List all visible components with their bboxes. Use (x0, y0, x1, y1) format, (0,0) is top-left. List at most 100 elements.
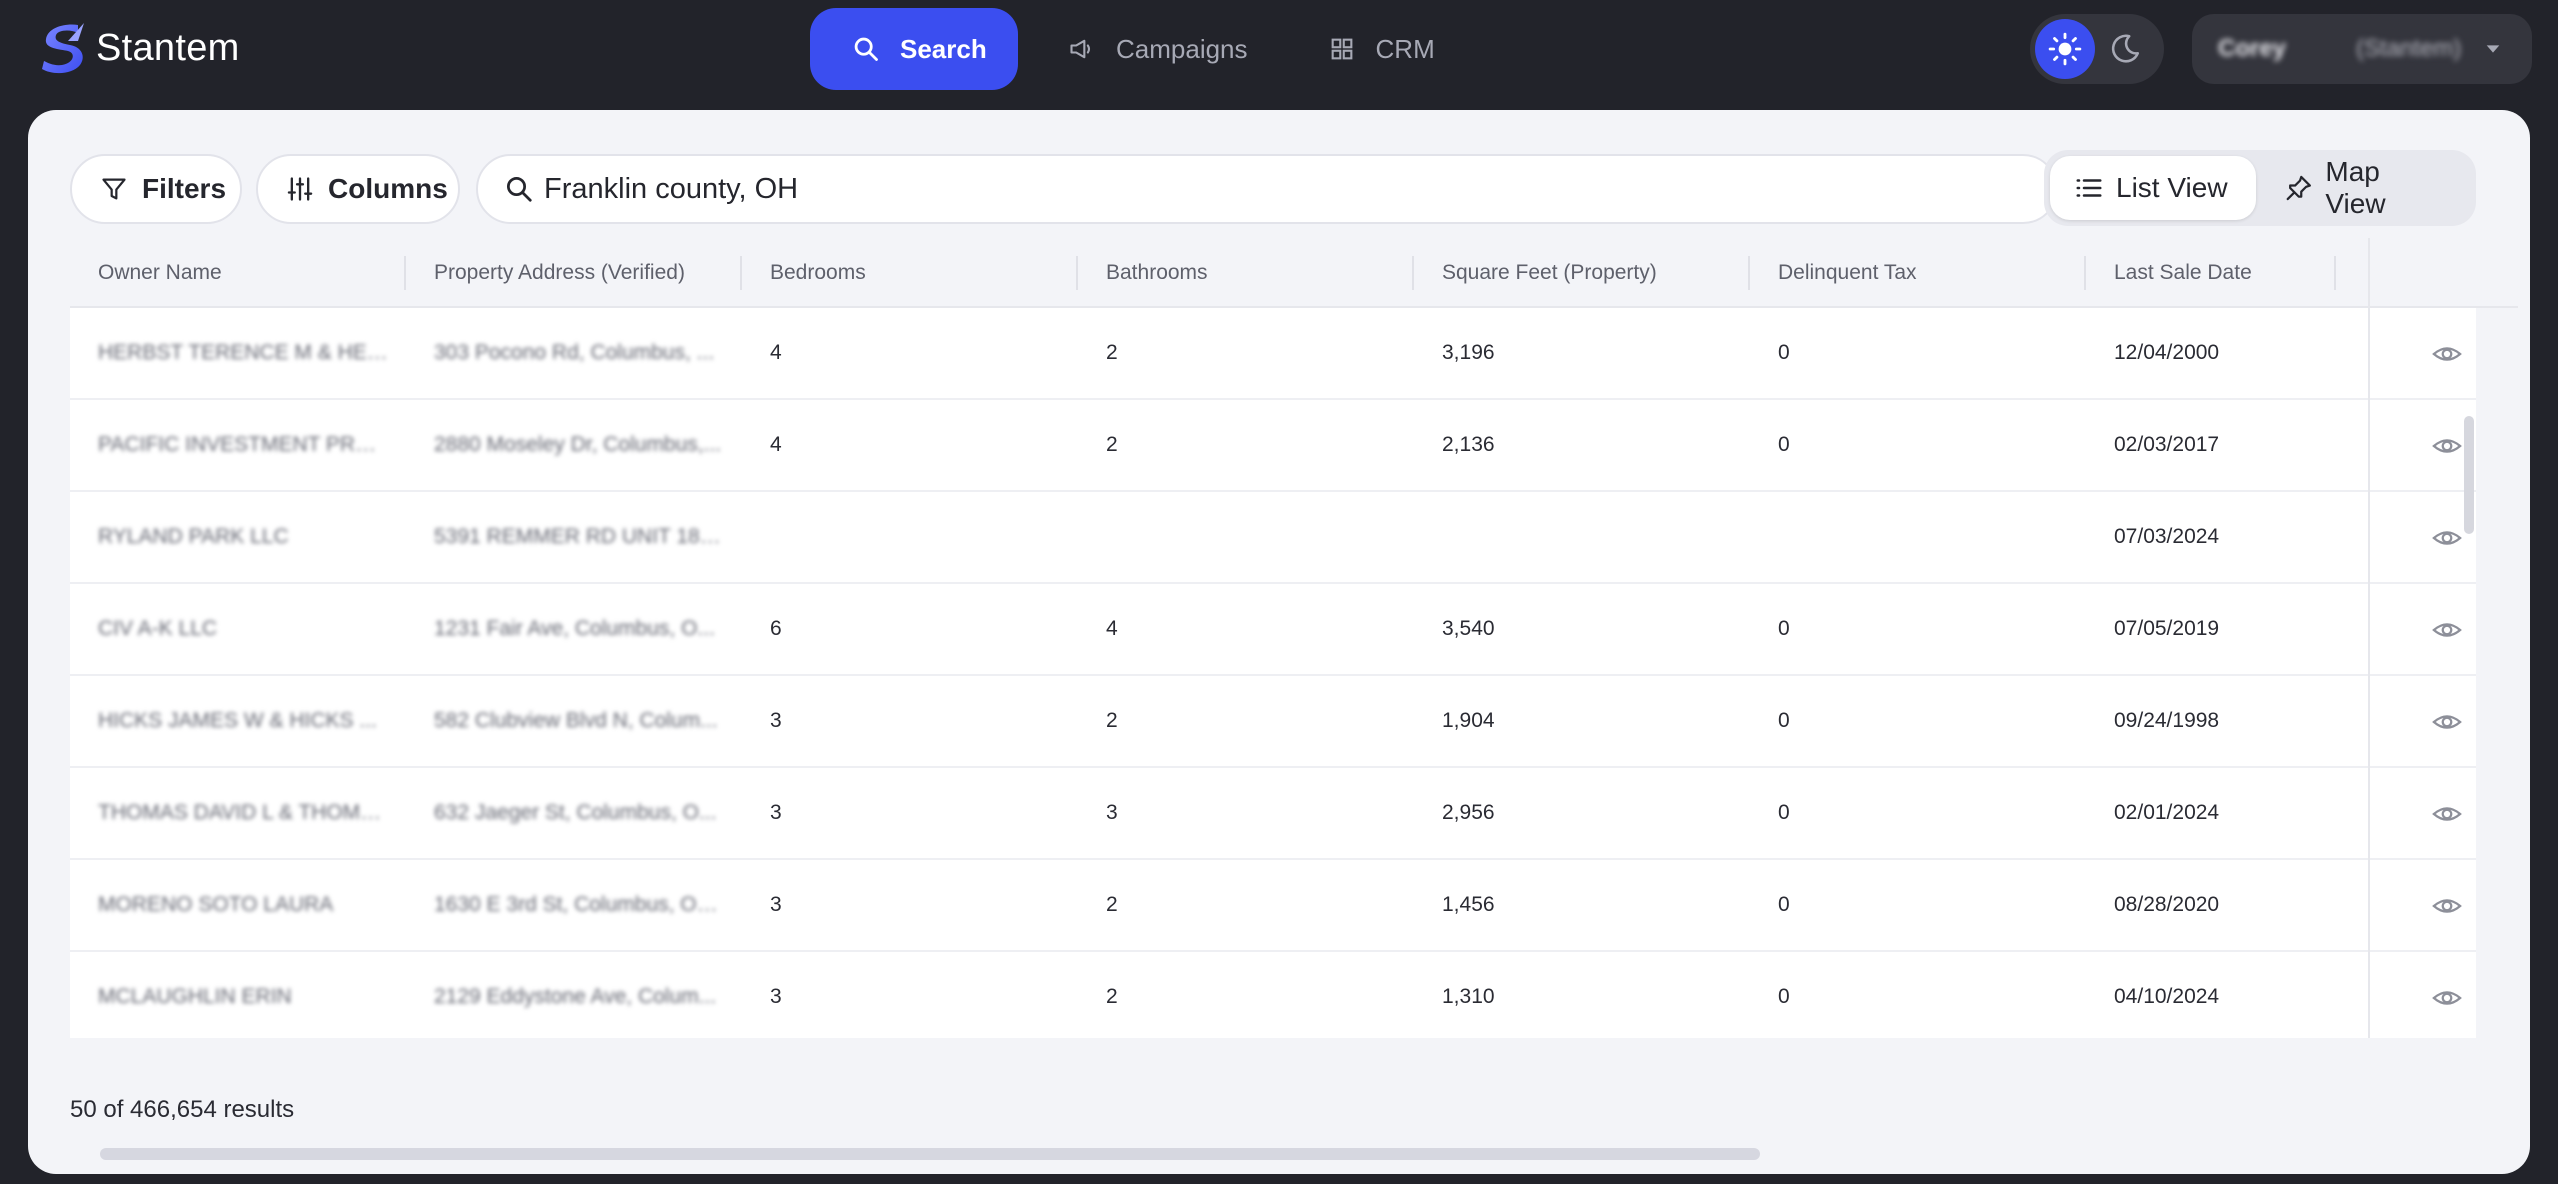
last-sale-date-cell-text: 08/28/2020 (2114, 893, 2220, 916)
bathrooms-cell-text: 2 (1106, 985, 1118, 1008)
column-header-property-address[interactable]: Property Address (Verified) (406, 238, 742, 308)
nav-search[interactable]: Search (810, 8, 1018, 90)
last-sale-date-cell: 12/04/2000 (2086, 308, 2336, 399)
list-view-button[interactable]: List View (2050, 156, 2256, 220)
bathrooms-cell: 2 (1078, 399, 1414, 491)
view-details-eye-icon[interactable] (2432, 615, 2462, 645)
bathrooms-cell: 2 (1078, 675, 1414, 767)
delinquent-tax-cell (1750, 491, 2086, 583)
view-switch: List View Map View (2044, 150, 2476, 226)
dark-mode-button[interactable] (2095, 19, 2155, 79)
owner-name-cell: THOMAS DAVID L & THOMP... (70, 767, 406, 859)
table-row[interactable]: MCLAUGHLIN ERIN 2129 Eddystone Ave, Colum… (70, 952, 2476, 1038)
column-header-square-feet[interactable]: Square Feet (Property) (1414, 238, 1750, 308)
owner-name-cell-text: THOMAS DAVID L & THOMP... (98, 801, 388, 824)
location-search[interactable] (476, 154, 2058, 224)
last-sale-date-cell: 08/28/2020 (2086, 859, 2336, 951)
bathrooms-cell: 2 (1078, 859, 1414, 951)
nav-search-label: Search (900, 33, 987, 64)
delinquent-tax-cell-text: 0 (1778, 985, 1790, 1008)
sun-icon (2048, 32, 2082, 66)
table-row[interactable]: RYLAND PARK LLC 5391 REMMER RD UNIT 185..… (70, 492, 2476, 584)
delinquent-tax-cell: 0 (1750, 399, 2086, 491)
last-sale-date-cell-text: 09/24/1998 (2114, 709, 2220, 732)
columns-button[interactable]: Columns (256, 154, 460, 224)
delinquent-tax-cell: 0 (1750, 675, 2086, 767)
square-feet-cell: 3,196 (1414, 308, 1750, 399)
horizontal-scrollbar[interactable] (100, 1148, 1760, 1160)
bedrooms-cell: 3 (742, 767, 1078, 859)
square-feet-cell-text: 3,540 (1442, 617, 1495, 640)
owner-name-cell-text: CIV A-K LLC (98, 617, 218, 640)
last-sale-date-cell: 07/03/2024 (2086, 491, 2336, 583)
table-row[interactable]: HICKS JAMES W & HICKS ... 582 Clubview Bl… (70, 676, 2476, 768)
bedrooms-cell-text: 3 (770, 801, 782, 824)
property-address-cell: 582 Clubview Blvd N, Colum... (406, 675, 742, 767)
nav-crm[interactable]: CRM (1288, 8, 1475, 90)
map-view-button[interactable]: Map View (2260, 156, 2470, 220)
chevron-down-icon (2486, 45, 2500, 53)
filters-label: Filters (142, 173, 227, 204)
view-details-eye-icon[interactable] (2432, 339, 2462, 369)
owner-name-cell: MORENO SOTO LAURA (70, 859, 406, 951)
table-row[interactable]: PACIFIC INVESTMENT PRO... 2880 Moseley Dr… (70, 400, 2476, 492)
nav-campaigns[interactable]: Campaigns (1028, 8, 1288, 90)
column-header-bathrooms[interactable]: Bathrooms (1078, 238, 1414, 308)
table-header: Owner Name Property Address (Verified) B… (70, 238, 2518, 308)
filters-button[interactable]: Filters (70, 154, 242, 224)
table-row[interactable]: MORENO SOTO LAURA 1630 E 3rd St, Columbus… (70, 860, 2476, 952)
megaphone-icon (1070, 39, 1091, 59)
search-input[interactable] (544, 172, 2024, 206)
delinquent-tax-cell: 0 (1750, 859, 2086, 951)
view-details-eye-icon[interactable] (2432, 523, 2462, 553)
brand-logo[interactable]: Stantem (38, 18, 240, 78)
view-details-eye-icon[interactable] (2432, 431, 2462, 461)
owner-name-cell: MCLAUGHLIN ERIN (70, 951, 406, 1038)
map-view-label: Map View (2325, 156, 2386, 219)
delinquent-tax-cell: 0 (1750, 767, 2086, 859)
sliders-icon (287, 177, 313, 201)
owner-name-cell-text: MORENO SOTO LAURA (98, 893, 334, 916)
list-icon (2076, 179, 2102, 197)
table-row[interactable]: CIV A-K LLC 1231 Fair Ave, Columbus, O...… (70, 584, 2476, 676)
square-feet-cell-text: 2,956 (1442, 801, 1495, 824)
delinquent-tax-cell-text: 0 (1778, 617, 1790, 640)
view-details-eye-icon[interactable] (2432, 799, 2462, 829)
top-navigation-bar: Stantem Search Campaigns CRM Corey (Stan… (0, 0, 2558, 98)
user-menu[interactable]: Corey (Stantem) (2192, 14, 2532, 84)
square-feet-cell: 2,136 (1414, 399, 1750, 491)
bedrooms-cell (742, 491, 1078, 583)
bedrooms-cell: 3 (742, 951, 1078, 1038)
property-address-cell: 2129 Eddystone Ave, Colum... (406, 951, 742, 1038)
owner-name-cell-text: HICKS JAMES W & HICKS ... (98, 709, 377, 732)
theme-toggle[interactable] (2030, 14, 2164, 84)
property-address-cell: 632 Jaeger St, Columbus, O... (406, 767, 742, 859)
bathrooms-cell-text: 3 (1106, 801, 1118, 824)
view-details-eye-icon[interactable] (2432, 891, 2462, 921)
pin-icon (2286, 175, 2311, 201)
view-details-eye-icon[interactable] (2432, 983, 2462, 1013)
results-table: Owner Name Property Address (Verified) B… (70, 238, 2518, 1158)
column-header-delinquent-tax[interactable]: Delinquent Tax (1750, 238, 2086, 308)
bedrooms-cell: 4 (742, 308, 1078, 399)
table-row[interactable]: THOMAS DAVID L & THOMP... 632 Jaeger St, … (70, 768, 2476, 860)
search-icon (507, 177, 532, 202)
property-address-cell: 5391 REMMER RD UNIT 185... (406, 491, 742, 583)
column-header-last-sale-date[interactable]: Last Sale Date (2086, 238, 2336, 308)
nav-campaigns-label: Campaigns (1116, 33, 1248, 64)
bathrooms-cell: 2 (1078, 951, 1414, 1038)
bathrooms-cell-text: 4 (1106, 617, 1118, 640)
last-sale-date-cell-text: 07/03/2024 (2114, 525, 2220, 548)
view-details-eye-icon[interactable] (2432, 707, 2462, 737)
filter-icon (102, 178, 126, 200)
vertical-scrollbar[interactable] (2464, 416, 2474, 534)
light-mode-button[interactable] (2035, 19, 2095, 79)
property-address-cell-text: 2129 Eddystone Ave, Colum... (434, 985, 717, 1008)
column-header-bedrooms[interactable]: Bedrooms (742, 238, 1078, 308)
last-sale-date-cell-text: 04/10/2024 (2114, 985, 2220, 1008)
bedrooms-cell-text: 3 (770, 985, 782, 1008)
bathrooms-cell-text: 2 (1106, 433, 1118, 456)
table-row[interactable]: HERBST TERENCE M & HER... 303 Pocono Rd, … (70, 308, 2476, 400)
brand-name: Stantem (96, 26, 240, 69)
column-header-owner-name[interactable]: Owner Name (70, 238, 406, 308)
